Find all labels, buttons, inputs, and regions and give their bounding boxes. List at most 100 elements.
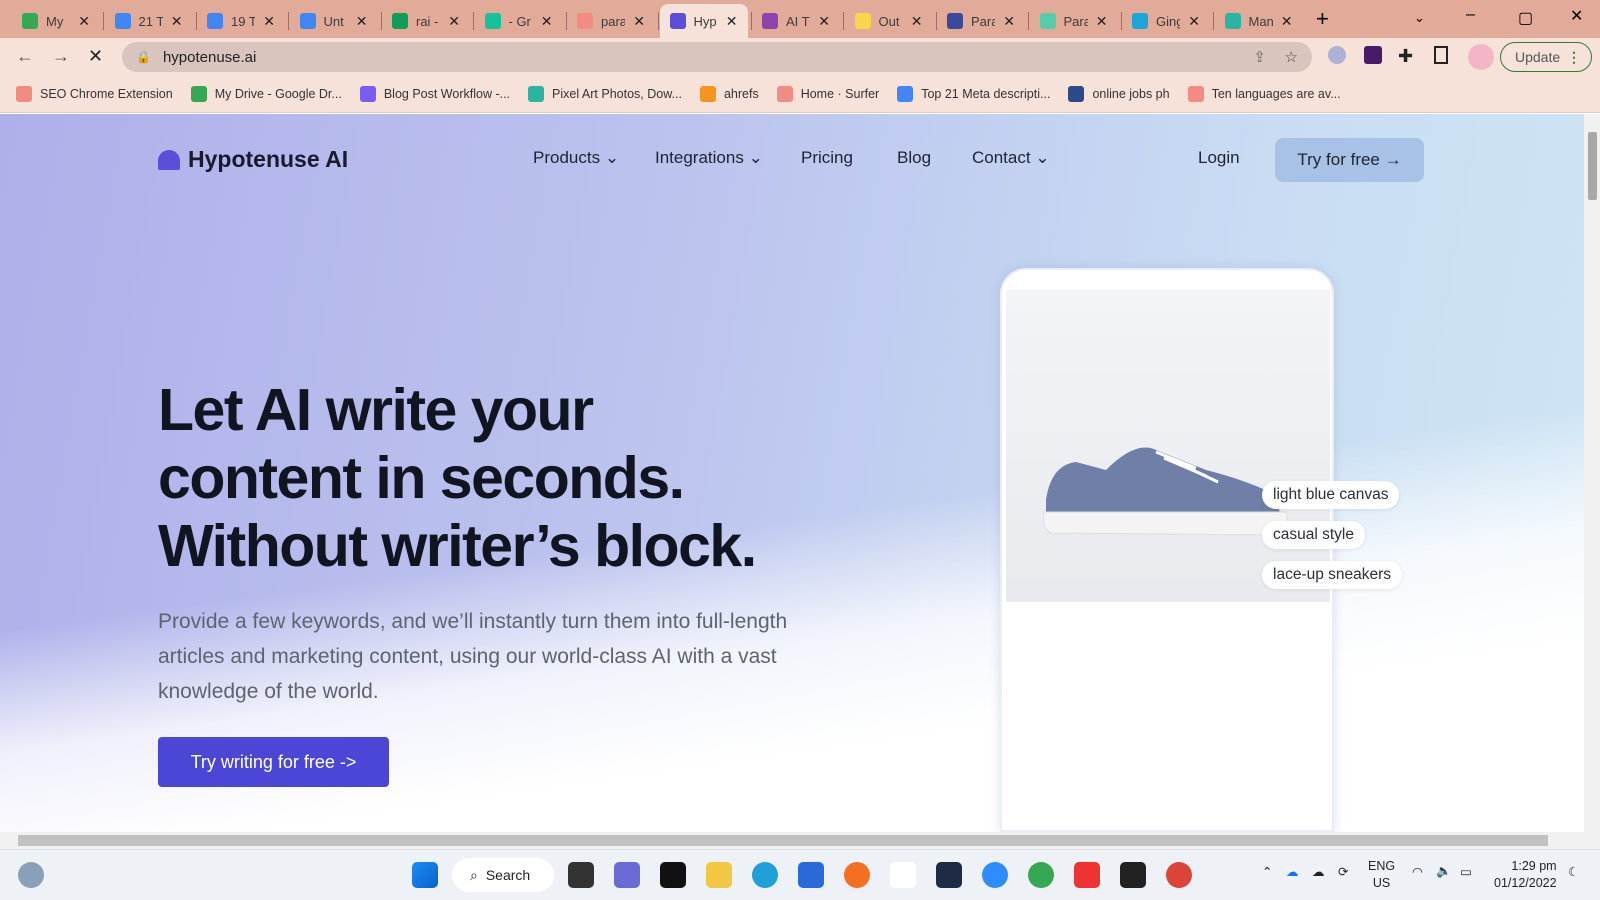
- task-view-icon[interactable]: [568, 862, 594, 888]
- bookmark-item[interactable]: Top 21 Meta descripti...: [897, 86, 1050, 102]
- browser-tab[interactable]: Paraphra ✕: [1030, 4, 1118, 38]
- chrome-profile-icon[interactable]: [1028, 862, 1054, 888]
- surfer-extension-icon[interactable]: [1364, 46, 1382, 64]
- close-tab-icon[interactable]: ✕: [356, 13, 368, 30]
- sync-icon[interactable]: ⟳: [1338, 864, 1348, 879]
- norton-icon[interactable]: [1120, 862, 1146, 888]
- login-link[interactable]: Login: [1198, 148, 1240, 168]
- browser-tab[interactable]: My ✕: [12, 4, 100, 38]
- close-window-icon[interactable]: ✕: [1570, 6, 1583, 26]
- scroll-thumb[interactable]: [1588, 132, 1597, 200]
- browser-tab[interactable]: Ginger S ✕: [1122, 4, 1210, 38]
- clock[interactable]: 1:29 pm 01/12/2022: [1494, 858, 1557, 892]
- taskbar-search[interactable]: ⌕ Search: [452, 858, 554, 892]
- browser-tab[interactable]: Out ✕: [845, 4, 933, 38]
- vertical-scrollbar[interactable]: [1584, 114, 1600, 832]
- dropbox-icon[interactable]: [936, 862, 962, 888]
- horizontal-scrollbar[interactable]: [0, 832, 1600, 849]
- netflix-icon[interactable]: [660, 862, 686, 888]
- bookmark-favicon-icon: [16, 86, 32, 102]
- scroll-thumb[interactable]: [18, 835, 1548, 846]
- windows-start-icon[interactable]: [412, 862, 438, 888]
- minimize-icon[interactable]: –: [1466, 6, 1475, 24]
- close-tab-icon[interactable]: ✕: [818, 13, 830, 30]
- notifications-moon-icon[interactable]: ☾: [1568, 864, 1579, 879]
- bookmark-item[interactable]: SEO Chrome Extension: [16, 86, 173, 102]
- maximize-icon[interactable]: ▢: [1518, 8, 1533, 28]
- bookmark-item[interactable]: Ten languages are av...: [1187, 86, 1341, 102]
- amazon-icon[interactable]: [890, 862, 916, 888]
- nav-contact[interactable]: Contact ⌄: [972, 148, 1050, 168]
- close-tab-icon[interactable]: ✕: [1096, 13, 1108, 30]
- bookmark-item[interactable]: My Drive - Google Dr...: [190, 86, 342, 102]
- wps-office-icon[interactable]: [1074, 862, 1100, 888]
- back-icon[interactable]: ←: [16, 46, 34, 67]
- bookmark-star-icon[interactable]: ☆: [1285, 48, 1298, 66]
- volume-icon[interactable]: 🔈: [1436, 864, 1452, 879]
- browser-tab[interactable]: AI T ✕: [752, 4, 840, 38]
- profile-avatar[interactable]: [1468, 44, 1494, 70]
- address-bar[interactable]: 🔒 hypotenuse.ai ⇪ ☆: [122, 42, 1312, 72]
- close-tab-icon[interactable]: ✕: [448, 13, 460, 30]
- nav-integrations[interactable]: Integrations ⌄: [655, 148, 763, 168]
- close-tab-icon[interactable]: ✕: [78, 13, 90, 30]
- stop-loading-icon[interactable]: ✕: [88, 46, 103, 67]
- close-tab-icon[interactable]: ✕: [911, 13, 923, 30]
- close-tab-icon[interactable]: ✕: [541, 13, 553, 30]
- language-indicator[interactable]: ENG US: [1368, 858, 1395, 892]
- close-tab-icon[interactable]: ✕: [633, 13, 645, 30]
- close-tab-icon[interactable]: ✕: [1281, 13, 1293, 30]
- browser-tab[interactable]: Hyp ✕: [659, 4, 748, 38]
- try-for-free-button[interactable]: Try for free →: [1275, 138, 1424, 182]
- firefox-icon[interactable]: [844, 862, 870, 888]
- bookmark-item[interactable]: Home · Surfer: [776, 86, 879, 102]
- teams-chat-icon[interactable]: [614, 862, 640, 888]
- chrome-icon[interactable]: [1166, 862, 1192, 888]
- sneaker-image: [1042, 447, 1288, 536]
- onedrive-icon[interactable]: ☁: [1286, 864, 1299, 879]
- close-tab-icon[interactable]: ✕: [1003, 13, 1015, 30]
- browser-tab[interactable]: 19 T ✕: [197, 4, 285, 38]
- microsoft-store-icon[interactable]: [798, 862, 824, 888]
- nav-blog[interactable]: Blog: [897, 148, 931, 168]
- browser-tab[interactable]: Man in V ✕: [1215, 4, 1303, 38]
- site-logo[interactable]: Hypotenuse AI: [158, 146, 348, 173]
- close-tab-icon[interactable]: ✕: [1188, 13, 1200, 30]
- edge-icon[interactable]: [752, 862, 778, 888]
- bookmark-item[interactable]: Pixel Art Photos, Dow...: [528, 86, 682, 102]
- browser-tab[interactable]: Paraphra ✕: [937, 4, 1025, 38]
- weather-widget-icon[interactable]: [18, 862, 44, 888]
- close-tab-icon[interactable]: ✕: [171, 13, 183, 30]
- update-button[interactable]: Update ⋮: [1500, 42, 1592, 72]
- menu-dots-icon[interactable]: ⋮: [1567, 49, 1581, 66]
- browser-tab[interactable]: Unt ✕: [290, 4, 378, 38]
- browser-tab[interactable]: para ✕: [567, 4, 655, 38]
- tab-search-chevron-icon[interactable]: ⌄: [1414, 10, 1425, 26]
- cloud-icon[interactable]: ☁: [1312, 864, 1325, 879]
- google-docs-icon: [299, 13, 316, 29]
- bookmark-item[interactable]: Blog Post Workflow -...: [359, 86, 510, 102]
- close-tab-icon[interactable]: ✕: [726, 13, 738, 30]
- show-hidden-icons[interactable]: ⌃: [1262, 864, 1272, 879]
- wifi-icon[interactable]: ◠: [1412, 864, 1423, 879]
- side-panel-icon[interactable]: [1434, 46, 1448, 64]
- file-explorer-icon[interactable]: [706, 862, 732, 888]
- bookmark-item[interactable]: online jobs ph: [1068, 86, 1170, 102]
- nav-products[interactable]: Products ⌄: [533, 148, 619, 168]
- bookmark-favicon-icon: [190, 86, 207, 102]
- zoom-icon[interactable]: [982, 862, 1008, 888]
- browser-tab[interactable]: rai - ✕: [382, 4, 470, 38]
- browser-tab[interactable]: 21 T ✕: [105, 4, 193, 38]
- try-writing-button[interactable]: Try writing for free ->: [158, 737, 389, 787]
- extensions-puzzle-icon[interactable]: ✚: [1398, 46, 1413, 67]
- forward-icon[interactable]: →: [52, 46, 70, 67]
- nav-pricing[interactable]: Pricing: [801, 148, 853, 168]
- grammarly-extension-icon[interactable]: [1328, 46, 1346, 64]
- bookmark-item[interactable]: ahrefs: [699, 86, 759, 102]
- share-icon[interactable]: ⇪: [1253, 48, 1266, 66]
- new-tab-icon[interactable]: +: [1316, 6, 1329, 32]
- battery-icon[interactable]: ▭: [1460, 864, 1472, 879]
- browser-tab[interactable]: - Gr ✕: [475, 4, 563, 38]
- close-tab-icon[interactable]: ✕: [263, 13, 275, 30]
- tab-title: Ginger S: [1156, 13, 1181, 29]
